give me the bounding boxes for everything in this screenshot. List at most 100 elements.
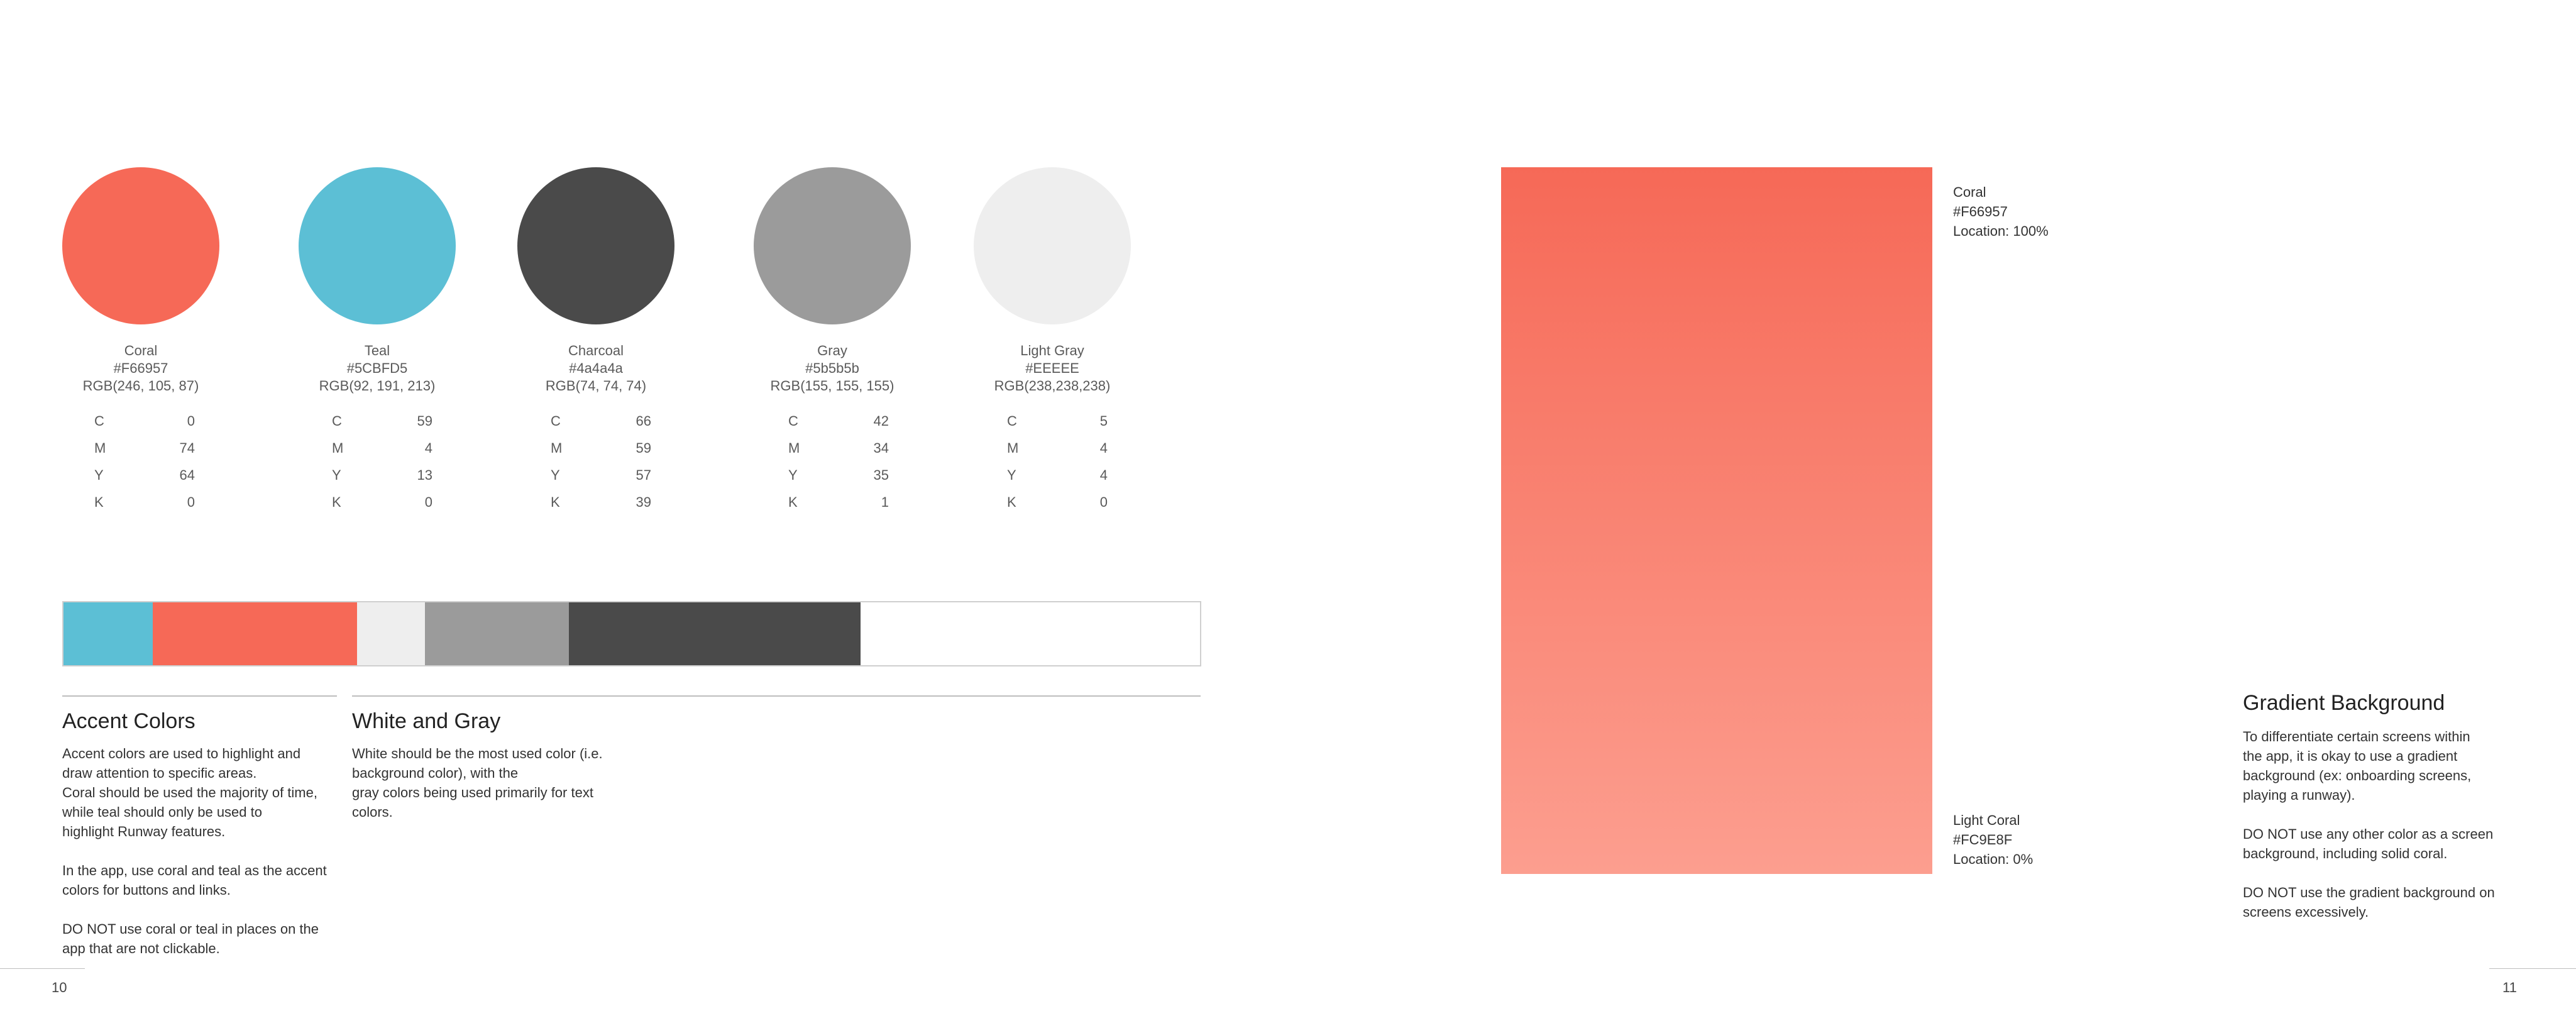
swatch-name: Charcoal xyxy=(568,343,624,358)
cmyk-channel-label: K xyxy=(94,494,104,510)
cmyk-channel-label: Y xyxy=(788,467,798,483)
swatch-info-light-gray: Light Gray #EEEEE RGB(238,238,238) xyxy=(949,342,1156,395)
cmyk-channel-value: 59 xyxy=(417,413,432,429)
bar-segment-teal xyxy=(63,602,153,665)
cmyk-row: M 74 xyxy=(94,434,195,461)
gradient-sample xyxy=(1501,167,1932,874)
cmyk-channel-value: 39 xyxy=(636,494,651,510)
cmyk-table-light-gray: C5M4Y4K0 xyxy=(1007,407,1108,516)
cmyk-channel-value: 0 xyxy=(424,494,432,510)
cmyk-channel-label: Y xyxy=(551,467,560,483)
swatch-charcoal xyxy=(517,167,674,324)
cmyk-channel-label: K xyxy=(551,494,560,510)
cmyk-channel-value: 64 xyxy=(179,467,195,483)
cmyk-channel-value: 13 xyxy=(417,467,432,483)
cmyk-channel-label: C xyxy=(551,413,561,429)
color-proportion-bar xyxy=(62,601,1201,666)
cmyk-channel-label: C xyxy=(788,413,798,429)
swatch-name: Coral xyxy=(124,343,158,358)
cmyk-row: K0 xyxy=(332,489,432,516)
gradient-bottom-label: Light Coral #FC9E8F Location: 0% xyxy=(1953,812,2034,867)
cmyk-row: Y 13 xyxy=(332,461,432,489)
cmyk-table-charcoal: C 66 M 59 Y 57 K 39 xyxy=(551,407,651,516)
cmyk-channel-label: Y xyxy=(1007,467,1016,483)
cmyk-row: K0 xyxy=(1007,489,1108,516)
cmyk-channel-value: 4 xyxy=(1099,467,1108,483)
swatch-rgb: RGB(155, 155, 155) xyxy=(770,378,894,394)
cmyk-channel-value: 5 xyxy=(1099,413,1108,429)
page-number-left: 10 xyxy=(52,980,67,995)
swatch-rgb: RGB(246, 105, 87) xyxy=(82,378,199,394)
cmyk-channel-label: M xyxy=(332,440,344,456)
cmyk-channel-value: 4 xyxy=(1099,440,1108,456)
cmyk-row: M4 xyxy=(332,434,432,461)
cmyk-row: Y 35 xyxy=(788,461,889,489)
bar-segment-white xyxy=(861,602,1200,665)
cmyk-channel-label: K xyxy=(332,494,341,510)
footer-rule-right xyxy=(2489,968,2576,969)
swatch-info-teal: Teal #5CBFD5 RGB(92, 191, 213) xyxy=(273,342,481,395)
swatch-rgb: RGB(92, 191, 213) xyxy=(319,378,436,394)
cmyk-channel-label: M xyxy=(1007,440,1019,456)
cmyk-row: Y4 xyxy=(1007,461,1108,489)
swatch-info-gray: Gray #5b5b5b RGB(155, 155, 155) xyxy=(729,342,936,395)
gradient-top-label: Coral #F66957 Location: 100% xyxy=(1953,184,2049,239)
cmyk-channel-value: 34 xyxy=(873,440,889,456)
cmyk-channel-label: Y xyxy=(332,467,341,483)
cmyk-row: Y 57 xyxy=(551,461,651,489)
swatch-info-coral: Coral #F66957 RGB(246, 105, 87) xyxy=(37,342,245,395)
cmyk-channel-label: K xyxy=(788,494,798,510)
cmyk-row: M 34 xyxy=(788,434,889,461)
accent-colors-heading: Accent Colors xyxy=(62,709,195,733)
gradient-background-heading: Gradient Background xyxy=(2243,691,2445,715)
swatch-hex: #4a4a4a xyxy=(569,360,623,376)
cmyk-table-coral: C 0 M 74 Y 64 K 0 xyxy=(94,407,195,516)
swatch-hex: #EEEEE xyxy=(1025,360,1079,376)
cmyk-channel-label: M xyxy=(788,440,800,456)
bar-segment-light-gray xyxy=(357,602,425,665)
cmyk-row: Y 64 xyxy=(94,461,195,489)
accent-colors-text: Accent colors are used to highlight and … xyxy=(62,746,327,956)
swatch-gray xyxy=(754,167,911,324)
cmyk-channel-value: 57 xyxy=(636,467,651,483)
swatch-light-gray xyxy=(974,167,1131,324)
swatch-name: Teal xyxy=(364,343,390,358)
divider xyxy=(352,695,1201,697)
cmyk-row: C 42 xyxy=(788,407,889,434)
swatch-coral xyxy=(62,167,219,324)
bar-segment-coral xyxy=(153,602,357,665)
page-number-right: 11 xyxy=(2502,980,2517,995)
swatch-name: Light Gray xyxy=(1020,343,1084,358)
cmyk-channel-label: M xyxy=(94,440,106,456)
cmyk-channel-value: 42 xyxy=(873,413,889,429)
cmyk-row: M 59 xyxy=(551,434,651,461)
swatch-teal xyxy=(299,167,456,324)
bar-segment-gray xyxy=(425,602,569,665)
cmyk-row: K 39 xyxy=(551,489,651,516)
cmyk-row: C 59 xyxy=(332,407,432,434)
cmyk-row: C5 xyxy=(1007,407,1108,434)
divider xyxy=(62,695,337,697)
cmyk-channel-value: 35 xyxy=(873,467,889,483)
swatch-hex: #5CBFD5 xyxy=(346,360,408,376)
cmyk-channel-value: 4 xyxy=(424,440,432,456)
white-gray-text: White should be the most used color (i.e… xyxy=(352,746,603,820)
cmyk-row: K0 xyxy=(94,489,195,516)
cmyk-channel-label: M xyxy=(551,440,563,456)
cmyk-channel-value: 1 xyxy=(881,494,889,510)
cmyk-row: C0 xyxy=(94,407,195,434)
swatch-rgb: RGB(238,238,238) xyxy=(994,378,1111,394)
swatch-hex: #F66957 xyxy=(113,360,168,376)
cmyk-channel-value: 66 xyxy=(636,413,651,429)
swatch-rgb: RGB(74, 74, 74) xyxy=(545,378,647,394)
cmyk-channel-label: C xyxy=(1007,413,1017,429)
swatch-name: Gray xyxy=(817,343,847,358)
cmyk-channel-value: 0 xyxy=(187,413,195,429)
cmyk-row: K1 xyxy=(788,489,889,516)
cmyk-channel-value: 0 xyxy=(187,494,195,510)
cmyk-channel-value: 59 xyxy=(636,440,651,456)
cmyk-row: C 66 xyxy=(551,407,651,434)
gradient-background-text: To differentiate certain screens within … xyxy=(2243,729,2495,920)
bar-segment-charcoal xyxy=(569,602,861,665)
cmyk-channel-value: 74 xyxy=(179,440,195,456)
